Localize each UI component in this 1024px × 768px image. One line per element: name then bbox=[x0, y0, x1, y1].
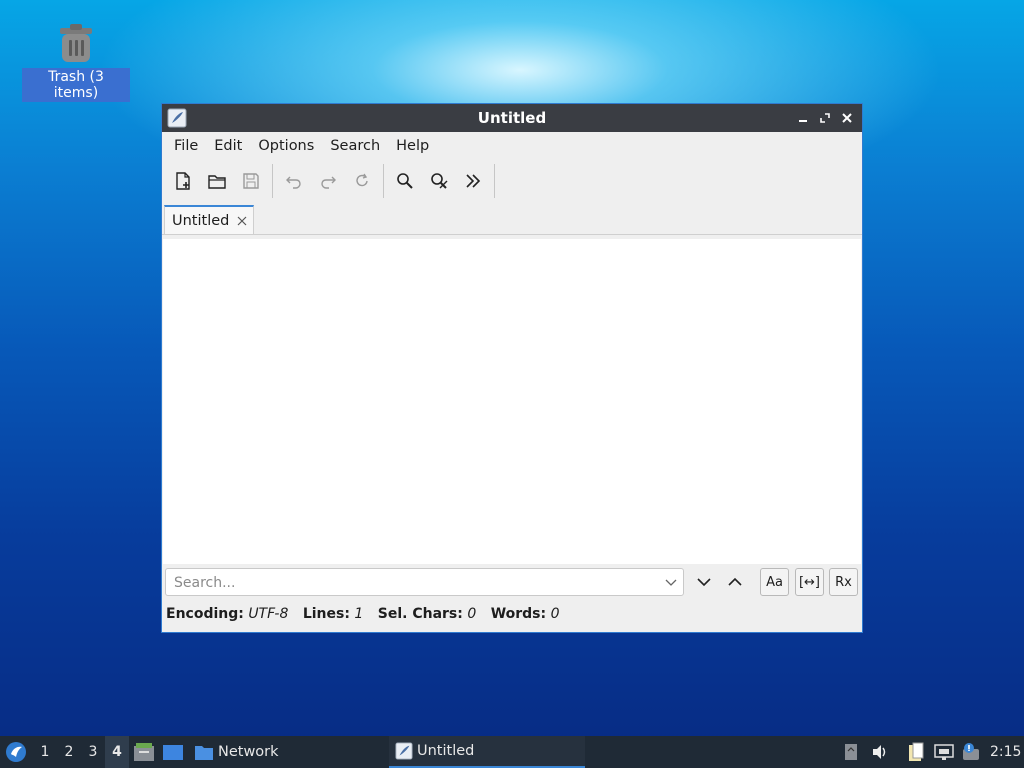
task-untitled-label: Untitled bbox=[417, 743, 475, 759]
app-feather-icon bbox=[395, 742, 413, 760]
clipboard-icon bbox=[909, 742, 924, 761]
update-notifier-tray[interactable] bbox=[961, 736, 981, 768]
tab-bar: Untitled bbox=[162, 202, 862, 235]
whole-word-button[interactable]: [↔] bbox=[795, 568, 824, 596]
encoding-label: Encoding: bbox=[166, 606, 244, 622]
toolbar bbox=[162, 160, 862, 202]
tab-untitled[interactable]: Untitled bbox=[164, 205, 254, 234]
search-field[interactable] bbox=[165, 568, 684, 596]
show-desktop-launcher[interactable] bbox=[162, 736, 184, 768]
trash-desktop-icon[interactable]: Trash (3 items) bbox=[22, 22, 130, 102]
menu-options[interactable]: Options bbox=[250, 136, 322, 156]
workspace-4[interactable]: 4 bbox=[105, 736, 129, 768]
trash-label: Trash (3 items) bbox=[22, 68, 130, 102]
whole-word-icon: [↔] bbox=[798, 574, 821, 590]
find-next-icon[interactable] bbox=[694, 572, 714, 592]
window-title: Untitled bbox=[477, 109, 547, 127]
tab-label: Untitled bbox=[172, 212, 230, 229]
update-notification-icon bbox=[963, 743, 979, 760]
open-file-button[interactable] bbox=[200, 164, 234, 198]
clock[interactable]: 2:15 bbox=[990, 736, 1021, 768]
selchars-value: 0 bbox=[467, 606, 477, 622]
tab-close-icon[interactable] bbox=[237, 216, 247, 226]
close-icon bbox=[842, 113, 852, 123]
words-label: Words: bbox=[490, 606, 547, 622]
network-tray[interactable] bbox=[934, 736, 954, 768]
file-manager-icon bbox=[134, 743, 154, 761]
toolbar-separator bbox=[494, 164, 495, 198]
menu-help[interactable]: Help bbox=[388, 136, 437, 156]
redo-button[interactable] bbox=[311, 164, 345, 198]
trash-icon bbox=[60, 24, 92, 62]
reload-icon bbox=[356, 173, 368, 187]
task-untitled[interactable]: Untitled bbox=[389, 736, 585, 768]
volume-tray[interactable] bbox=[871, 736, 889, 768]
workspace-2[interactable]: 2 bbox=[57, 736, 81, 768]
find-bar: Aa [↔] Rx bbox=[162, 566, 862, 604]
speaker-icon bbox=[873, 745, 886, 759]
window-titlebar[interactable]: Untitled bbox=[162, 104, 862, 132]
find-replace-icon bbox=[431, 173, 448, 189]
new-document-button[interactable] bbox=[166, 164, 200, 198]
minimize-icon bbox=[799, 120, 807, 122]
menu-search[interactable]: Search bbox=[322, 136, 388, 156]
text-editor-area[interactable] bbox=[163, 239, 861, 564]
maximize-button[interactable] bbox=[816, 108, 834, 128]
drive-icon bbox=[845, 744, 857, 760]
match-case-icon: Aa bbox=[766, 574, 783, 590]
toolbar-separator bbox=[272, 164, 273, 198]
save-button[interactable] bbox=[234, 164, 268, 198]
goto-line-button[interactable] bbox=[456, 164, 490, 198]
save-icon bbox=[243, 173, 259, 189]
open-folder-icon bbox=[208, 175, 226, 189]
reload-button[interactable] bbox=[345, 164, 379, 198]
find-button[interactable] bbox=[388, 164, 422, 198]
regex-button[interactable]: Rx bbox=[829, 568, 858, 596]
undo-icon bbox=[286, 176, 301, 189]
close-window-button[interactable] bbox=[838, 108, 856, 128]
desktop-icon bbox=[163, 745, 183, 760]
encoding-value: UTF-8 bbox=[248, 606, 289, 622]
clipboard-tray[interactable] bbox=[906, 736, 926, 768]
minimize-button[interactable] bbox=[794, 108, 812, 128]
task-network-label: Network bbox=[218, 744, 279, 760]
new-document-icon bbox=[176, 172, 190, 190]
find-icon bbox=[397, 173, 413, 189]
folder-icon bbox=[195, 746, 213, 760]
undo-button[interactable] bbox=[277, 164, 311, 198]
taskbar: 1 2 3 4 Network Untitled 2:15 bbox=[0, 736, 1024, 768]
toolbar-separator bbox=[383, 164, 384, 198]
workspace-3[interactable]: 3 bbox=[81, 736, 105, 768]
match-case-button[interactable]: Aa bbox=[760, 568, 789, 596]
start-menu-button[interactable] bbox=[4, 736, 28, 768]
maximize-icon bbox=[820, 113, 830, 123]
goto-line-icon bbox=[466, 174, 481, 188]
featherpad-window: Untitled File Edit Options Search Help U… bbox=[161, 103, 863, 633]
task-network[interactable]: Network bbox=[194, 736, 279, 768]
words-value: 0 bbox=[550, 606, 560, 622]
lines-value: 1 bbox=[354, 606, 364, 622]
menubar: File Edit Options Search Help bbox=[162, 132, 862, 160]
redo-icon bbox=[321, 176, 336, 189]
find-previous-icon[interactable] bbox=[725, 572, 745, 592]
lxqt-start-icon bbox=[6, 742, 26, 762]
regex-icon: Rx bbox=[835, 574, 852, 590]
search-input[interactable] bbox=[172, 570, 656, 596]
menu-edit[interactable]: Edit bbox=[206, 136, 250, 156]
lines-label: Lines: bbox=[302, 606, 350, 622]
find-replace-button[interactable] bbox=[422, 164, 456, 198]
menu-file[interactable]: File bbox=[166, 136, 206, 156]
workspace-1[interactable]: 1 bbox=[33, 736, 57, 768]
status-bar: Encoding: UTF-8 Lines: 1 Sel. Chars: 0 W… bbox=[166, 606, 569, 622]
selchars-label: Sel. Chars: bbox=[377, 606, 463, 622]
chevron-down-icon[interactable] bbox=[665, 577, 677, 587]
file-manager-launcher[interactable] bbox=[133, 736, 155, 768]
removable-media-tray[interactable] bbox=[844, 736, 858, 768]
network-wired-icon bbox=[934, 744, 954, 760]
